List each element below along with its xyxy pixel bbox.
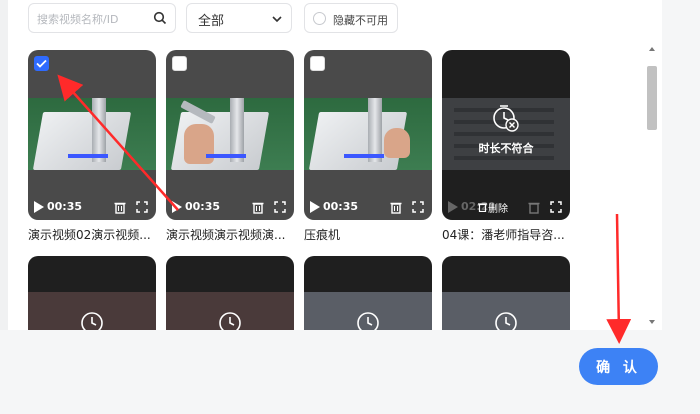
video-duration: 00:35	[185, 200, 221, 213]
hide-unavailable-radio[interactable]	[313, 12, 326, 25]
clock-cross-icon	[493, 105, 519, 132]
video-duration: 00:35	[47, 200, 83, 213]
video-list-panel: 全部 隐藏不可用 00:35 演示视频02演示视频...	[8, 0, 662, 330]
video-title-2[interactable]: 演示视频演示视频演...	[166, 226, 296, 243]
duration-mismatch-text: 时长不符合	[478, 142, 534, 155]
video-picker-dialog: 全部 隐藏不可用 00:35 演示视频02演示视频...	[0, 0, 700, 414]
fullscreen-icon[interactable]	[136, 201, 148, 213]
video-thumbnail	[304, 98, 432, 170]
chevron-down-icon	[272, 16, 282, 23]
video-card-7[interactable]	[304, 256, 432, 330]
video-title-4[interactable]: 04课：潘老师指导咨...	[442, 226, 572, 243]
trash-icon[interactable]	[390, 201, 402, 214]
video-thumbnail	[166, 98, 294, 170]
left-gutter	[0, 0, 8, 330]
video-controls: 00:35	[304, 198, 432, 216]
search-icon[interactable]	[153, 11, 167, 25]
video-card-6[interactable]	[166, 256, 294, 330]
scrollbar-thumb[interactable]	[647, 66, 657, 130]
hide-unavailable-toggle[interactable]: 隐藏不可用	[304, 3, 398, 33]
fullscreen-icon[interactable]	[274, 201, 286, 213]
play-icon[interactable]	[172, 201, 182, 213]
delete-icon[interactable]	[478, 202, 487, 212]
check-icon	[36, 59, 47, 68]
search-input[interactable]	[37, 9, 143, 29]
scroll-down-icon[interactable]	[649, 320, 655, 324]
select-checkbox-2[interactable]	[172, 56, 187, 71]
video-title-1[interactable]: 演示视频02演示视频...	[28, 226, 158, 243]
video-card-5[interactable]	[28, 256, 156, 330]
video-card-2[interactable]: 00:35	[166, 50, 294, 220]
trash-icon[interactable]	[252, 201, 264, 214]
vertical-scrollbar[interactable]	[645, 44, 659, 328]
clock-icon	[81, 312, 103, 330]
video-controls: 00:35	[166, 198, 294, 216]
video-controls: 02:21 删除	[442, 198, 570, 216]
video-controls: 00:35	[28, 198, 156, 216]
video-card-1[interactable]: 00:35	[28, 50, 156, 220]
confirm-button[interactable]: 确 认	[579, 348, 658, 385]
hide-unavailable-label: 隐藏不可用	[333, 14, 388, 27]
delete-button[interactable]: 删除	[488, 200, 508, 215]
clock-icon	[495, 312, 517, 330]
scroll-up-icon[interactable]	[649, 47, 655, 51]
trash-icon[interactable]	[114, 201, 126, 214]
unavailable-notice: 时长不符合	[442, 104, 570, 156]
video-duration: 00:35	[323, 200, 359, 213]
fullscreen-icon[interactable]	[412, 201, 424, 213]
search-box[interactable]	[28, 3, 176, 33]
video-thumbnail	[28, 98, 156, 170]
clock-icon	[357, 312, 379, 330]
clock-icon	[219, 312, 241, 330]
select-checkbox-3[interactable]	[310, 56, 325, 71]
video-card-8[interactable]	[442, 256, 570, 330]
video-card-3[interactable]: 00:35	[304, 50, 432, 220]
category-value: 全部	[198, 14, 225, 29]
trash-icon	[528, 202, 540, 214]
play-icon[interactable]	[310, 201, 320, 213]
fullscreen-icon[interactable]	[550, 201, 562, 213]
play-icon	[448, 201, 458, 213]
select-checkbox-1[interactable]	[34, 56, 49, 71]
video-title-3[interactable]: 压痕机	[304, 226, 434, 243]
category-select[interactable]: 全部	[186, 3, 292, 33]
play-icon[interactable]	[34, 201, 44, 213]
video-card-4: 时长不符合 02:21 删除	[442, 50, 570, 220]
